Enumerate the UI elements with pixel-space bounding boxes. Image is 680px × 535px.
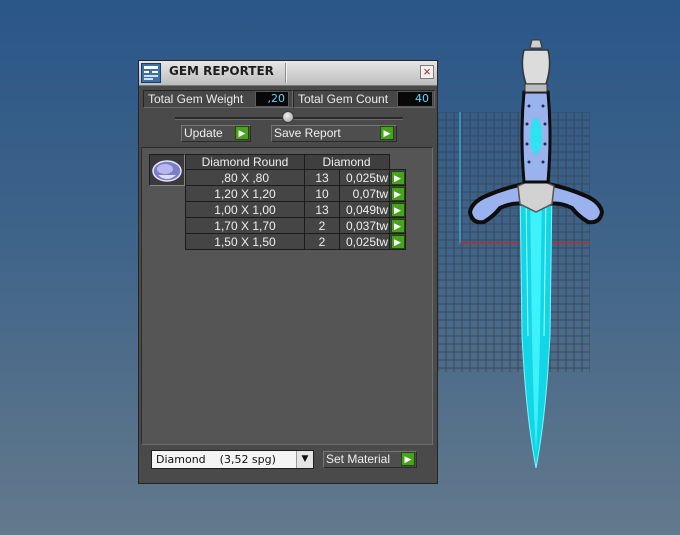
gem-size: 1,50 X 1,50 [185,233,305,250]
title-separator [285,63,286,83]
gem-size: 1,20 X 1,20 [185,185,305,202]
gem-count: 2 [304,217,340,234]
save-report-button[interactable]: Save Report ▶ [271,125,397,142]
close-icon[interactable]: × [420,65,434,79]
gem-count: 2 [304,233,340,250]
table-row[interactable]: ,80 X ,80 13 0,025tw ▶ [185,169,406,186]
panel-title: GEM REPORTER [169,64,274,78]
total-count-value[interactable]: 40 [397,91,433,107]
column-header-material: Diamond [304,154,390,170]
arrow-right-icon[interactable]: ▶ [380,126,394,140]
app-icon [141,63,161,83]
arrow-right-icon[interactable]: ▶ [401,452,415,466]
gem-count: 13 [304,169,340,186]
set-material-button-label: Set Material [326,452,391,466]
total-weight-label: Total Gem Weight [148,92,244,106]
update-button[interactable]: Update ▶ [181,125,251,142]
gem-count: 13 [304,201,340,218]
gem-weight: 0,07tw [339,185,390,202]
gem-count: 10 [304,185,340,202]
sword-model[interactable] [464,36,608,468]
gem-table: Diamond Round Diamond ,80 X ,80 13 0,025… [185,154,406,250]
column-header-shape: Diamond Round [185,154,305,170]
dropdown-arrow-icon[interactable]: ▼ [296,451,313,468]
sword-grip [520,90,552,184]
arrow-right-icon[interactable]: ▶ [390,186,405,201]
material-select[interactable]: Diamond (3,52 spg) ▼ [151,450,314,469]
material-select-value: Diamond (3,52 spg) [156,453,276,466]
arrow-right-icon[interactable]: ▶ [390,218,405,233]
sword-pommel [521,39,551,93]
total-weight-value[interactable]: ,20 [255,91,289,107]
gem-weight: 0,025tw [339,233,390,250]
slider-thumb[interactable] [282,111,294,123]
arrow-right-icon[interactable]: ▶ [235,126,249,140]
set-material-button[interactable]: Set Material ▶ [323,451,417,468]
table-row[interactable]: 1,00 X 1,00 13 0,049tw ▶ [185,201,406,218]
gem-thumbnail[interactable] [149,154,185,186]
gem-size: ,80 X ,80 [185,169,305,186]
gem-size: 1,00 X 1,00 [185,201,305,218]
gem-weight: 0,049tw [339,201,390,218]
gem-size: 1,70 X 1,70 [185,217,305,234]
table-row[interactable]: 1,50 X 1,50 2 0,025tw ▶ [185,233,406,250]
total-count-label: Total Gem Count [298,92,389,106]
update-button-label: Update [184,126,223,140]
table-row[interactable]: 1,20 X 1,20 10 0,07tw ▶ [185,185,406,202]
arrow-right-icon[interactable]: ▶ [390,202,405,217]
gem-weight: 0,037tw [339,217,390,234]
arrow-right-icon[interactable]: ▶ [390,170,405,185]
table-row[interactable]: 1,70 X 1,70 2 0,037tw ▶ [185,217,406,234]
sword-blade [519,185,553,468]
gem-reporter-panel: GEM REPORTER × Total Gem Weight ,20 Tota… [138,60,438,484]
table-header-row: Diamond Round Diamond [185,154,406,170]
gem-weight: 0,025tw [339,169,390,186]
title-bar[interactable]: GEM REPORTER × [139,61,437,86]
save-report-button-label: Save Report [274,126,341,140]
gem-list-area: Diamond Round Diamond ,80 X ,80 13 0,025… [141,147,433,445]
arrow-right-icon[interactable]: ▶ [390,234,405,249]
